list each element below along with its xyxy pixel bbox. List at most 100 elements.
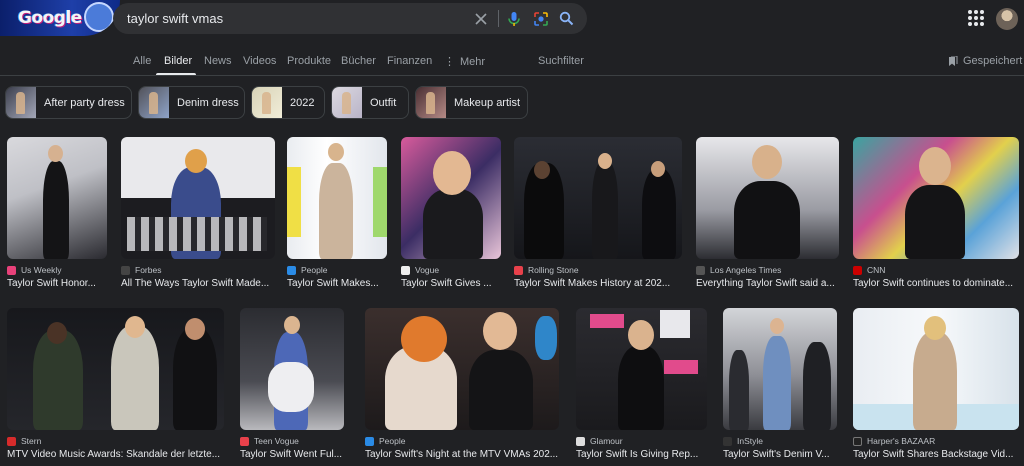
image-result[interactable]: Forbes All The Ways Taylor Swift Made...: [121, 137, 275, 292]
site-favicon: [7, 265, 16, 275]
site-favicon: [514, 265, 523, 275]
chip-label: Denim dress: [177, 96, 239, 109]
image-result[interactable]: CNN Taylor Swift continues to dominate..…: [853, 137, 1019, 292]
image-result[interactable]: Glamour Taylor Swift Is Giving Rep...: [576, 308, 707, 464]
result-title[interactable]: Taylor Swift Honor...: [7, 278, 107, 289]
search-tabs: Alle Bilder News Videos Produkte Bücher …: [0, 48, 1024, 76]
result-image: [853, 308, 1019, 430]
google-doodle-logo[interactable]: Google: [0, 0, 120, 36]
search-input[interactable]: [127, 9, 457, 28]
source-name: Vogue: [415, 265, 440, 275]
image-result[interactable]: Us Weekly Taylor Swift Honor...: [7, 137, 107, 292]
result-image: [853, 137, 1019, 259]
image-result[interactable]: Los Angeles Times Everything Taylor Swif…: [696, 137, 839, 292]
site-favicon: [723, 436, 732, 446]
result-source: Forbes: [121, 265, 161, 275]
saved-button[interactable]: Gespeichert: [948, 55, 1022, 67]
search-divider: [498, 10, 499, 27]
result-title[interactable]: Taylor Swift Went Ful...: [240, 449, 344, 460]
chip-label: Outfit: [370, 96, 397, 109]
chip-makeup-artist[interactable]: Makeup artist: [415, 86, 528, 119]
result-source: Teen Vogue: [240, 436, 299, 446]
site-favicon: [853, 265, 862, 275]
image-result[interactable]: Harper's BAZAAR Taylor Swift Shares Back…: [853, 308, 1019, 464]
source-name: Forbes: [135, 265, 162, 275]
image-result[interactable]: Vogue Taylor Swift Gives ...: [401, 137, 501, 292]
result-image: [287, 137, 387, 259]
tab-alle[interactable]: Alle: [133, 55, 151, 67]
site-favicon: [7, 436, 16, 446]
site-favicon: [576, 436, 585, 446]
result-image: [7, 308, 224, 430]
result-image: [401, 137, 501, 259]
result-source: Us Weekly: [7, 265, 61, 275]
close-icon[interactable]: [471, 9, 490, 28]
result-image: [365, 308, 559, 430]
site-favicon: [240, 436, 249, 446]
top-bar: Google: [0, 0, 1024, 40]
result-source: InStyle: [723, 436, 763, 446]
result-title[interactable]: Taylor Swift Makes History at 202...: [514, 278, 682, 289]
result-source: Glamour: [576, 436, 623, 446]
apps-grid-icon[interactable]: [968, 10, 984, 26]
result-title[interactable]: Everything Taylor Swift said a...: [696, 278, 839, 289]
result-title[interactable]: Taylor Swift's Denim V...: [723, 449, 837, 460]
tab-finanzen[interactable]: Finanzen: [387, 55, 432, 67]
result-title[interactable]: Taylor Swift Shares Backstage Vid...: [853, 449, 1019, 460]
chip-label: 2022: [290, 96, 315, 109]
result-source: CNN: [853, 265, 885, 275]
tab-videos[interactable]: Videos: [243, 55, 276, 67]
image-result[interactable]: People Taylor Swift Makes...: [287, 137, 387, 292]
lens-icon[interactable]: [531, 9, 550, 28]
chip-outfit[interactable]: Outfit: [331, 86, 409, 119]
result-title[interactable]: Taylor Swift Makes...: [287, 278, 387, 289]
image-result[interactable]: Teen Vogue Taylor Swift Went Ful...: [240, 308, 344, 464]
chip-2022[interactable]: 2022: [251, 86, 325, 119]
source-name: Los Angeles Times: [710, 265, 782, 275]
result-title[interactable]: MTV Video Music Awards: Skandale der let…: [7, 449, 224, 460]
source-name: InStyle: [737, 436, 763, 446]
result-image: [121, 137, 275, 259]
tab-produkte[interactable]: Produkte: [287, 55, 331, 67]
result-image: [576, 308, 707, 430]
image-result[interactable]: Rolling Stone Taylor Swift Makes History…: [514, 137, 682, 292]
image-result[interactable]: InStyle Taylor Swift's Denim V...: [723, 308, 837, 464]
result-source: People: [365, 436, 405, 446]
source-name: People: [379, 436, 406, 446]
result-title[interactable]: Taylor Swift Gives ...: [401, 278, 501, 289]
tab-buecher[interactable]: Bücher: [341, 55, 376, 67]
tab-bilder[interactable]: Bilder: [164, 55, 192, 67]
source-name: Harper's BAZAAR: [867, 436, 936, 446]
tab-news[interactable]: News: [204, 55, 232, 67]
chip-thumbnail: [332, 87, 362, 118]
image-result[interactable]: People Taylor Swift's Night at the MTV V…: [365, 308, 559, 464]
avatar[interactable]: [996, 8, 1018, 30]
site-favicon: [287, 265, 296, 275]
result-title[interactable]: Taylor Swift continues to dominate...: [853, 278, 1019, 289]
chip-denim-dress[interactable]: Denim dress: [138, 86, 245, 119]
result-image: [514, 137, 682, 259]
result-source: Vogue: [401, 265, 439, 275]
result-image: [696, 137, 839, 259]
chip-thumbnail: [6, 87, 36, 118]
result-source: Stern: [7, 436, 41, 446]
source-name: Rolling Stone: [528, 265, 579, 275]
tab-mehr-label: Mehr: [460, 56, 486, 68]
search-filter-button[interactable]: Suchfilter: [538, 55, 584, 67]
image-result[interactable]: Stern MTV Video Music Awards: Skandale d…: [7, 308, 224, 464]
chip-after-party-dress[interactable]: After party dress: [5, 86, 132, 119]
search-icon[interactable]: [557, 9, 576, 28]
microphone-icon[interactable]: [504, 9, 523, 28]
active-tab-indicator: [156, 73, 196, 75]
source-name: Stern: [21, 436, 42, 446]
result-title[interactable]: Taylor Swift's Night at the MTV VMAs 202…: [365, 449, 559, 460]
result-title[interactable]: All The Ways Taylor Swift Made...: [121, 278, 275, 289]
site-favicon: [853, 436, 862, 446]
site-favicon: [401, 265, 410, 275]
source-name: Glamour: [590, 436, 623, 446]
tab-mehr[interactable]: ⋮ Mehr: [444, 55, 485, 68]
chip-label: Makeup artist: [454, 96, 521, 109]
search-box: [113, 3, 587, 34]
result-title[interactable]: Taylor Swift Is Giving Rep...: [576, 449, 707, 460]
doodle-mascot-icon: [84, 2, 114, 32]
